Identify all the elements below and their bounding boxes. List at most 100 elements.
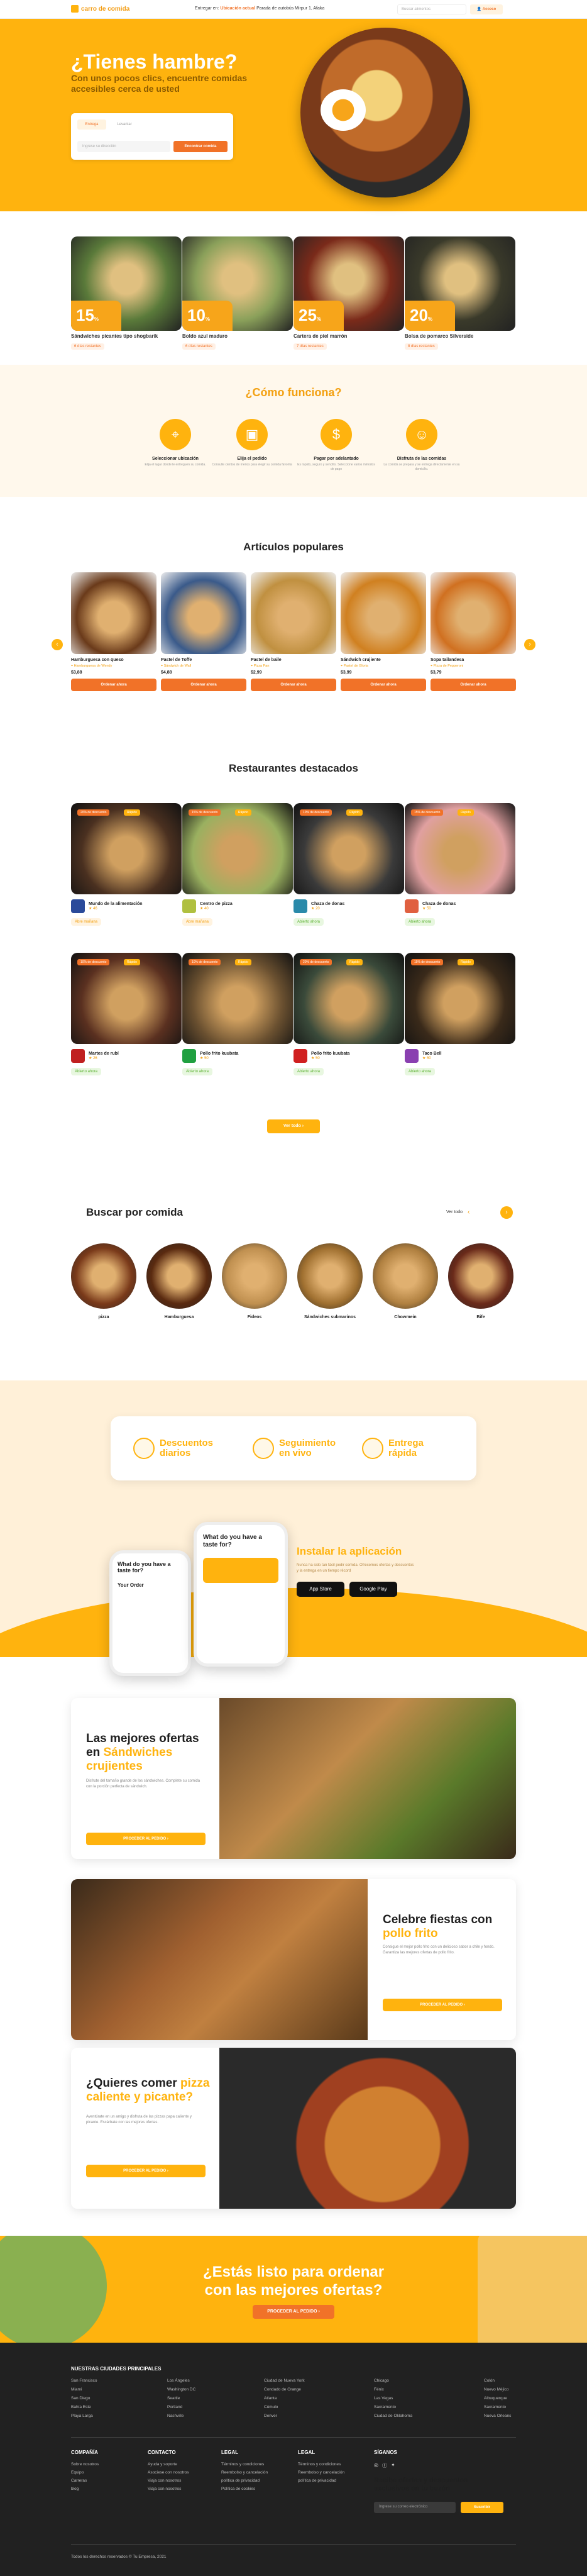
- restaurant-card[interactable]: 10% de descuento Rápido Martes de rubí ★…: [71, 953, 182, 1075]
- city-link[interactable]: Las Vegas: [374, 2396, 393, 2401]
- order-now-button[interactable]: Ordenar ahora: [71, 679, 156, 691]
- restaurant-card[interactable]: 20% de descuento Rápido Pollo frito kuub…: [294, 953, 404, 1075]
- footer-link[interactable]: Carreras: [71, 2479, 87, 2483]
- food-category[interactable]: Sándwiches submarinos: [297, 1243, 363, 1319]
- tab-pickup[interactable]: Levantar: [110, 119, 139, 130]
- city-link[interactable]: Ciudad de Nueva York: [264, 2379, 305, 2383]
- offer-order-button[interactable]: PROCEDER AL PEDIDO ›: [86, 2165, 206, 2177]
- footer-link[interactable]: Reembolso y cancelación: [298, 2470, 344, 2475]
- city-link[interactable]: Sacramento: [484, 2405, 506, 2409]
- deliver-to[interactable]: Entregar en: Ubicación actual Parada de …: [195, 6, 324, 11]
- order-now-button[interactable]: Ordenar ahora: [341, 679, 426, 691]
- popular-item[interactable]: Sopa tailandesa ⌖ Pizza de Pepperoni $3,…: [431, 572, 516, 691]
- footer: [0, 2343, 587, 2576]
- city-link[interactable]: Nueva Orleans: [484, 2414, 511, 2418]
- city-link[interactable]: Fénix: [374, 2387, 384, 2392]
- find-food-button[interactable]: Encontrar comida: [173, 141, 228, 152]
- foods-view-all[interactable]: Ver todo: [446, 1210, 463, 1214]
- item-place: ⌖ Sándwich de Wall: [161, 664, 192, 668]
- food-category[interactable]: pizza: [71, 1243, 136, 1319]
- restaurant-card[interactable]: 10% de descuento Rápido Pollo frito kuub…: [182, 953, 293, 1075]
- offer-order-button[interactable]: PROCEDER AL PEDIDO ›: [383, 1999, 502, 2011]
- nav-search-input[interactable]: Buscar alimentos: [397, 4, 466, 14]
- install-app-desc: Nunca ha sido tan fácil pedir comida. Of…: [297, 1563, 414, 1573]
- footer-link[interactable]: Política de cookies: [221, 2487, 255, 2491]
- offer-sandwich: Las mejores ofertas en Sándwiches crujie…: [71, 1698, 516, 1859]
- popular-item[interactable]: Pastel de baile ⌖ Pizza Pan $2,99 Ordena…: [251, 572, 336, 691]
- footer-link[interactable]: política de privacidad: [298, 2479, 336, 2483]
- city-link[interactable]: Bahía Este: [71, 2405, 91, 2409]
- city-link[interactable]: Miami: [71, 2387, 82, 2392]
- popular-item[interactable]: Pastel de Toffe ⌖ Sándwich de Wall $4,88…: [161, 572, 246, 691]
- order-now-button[interactable]: Ordenar ahora: [431, 679, 516, 691]
- footer-link[interactable]: Ayuda y soporte: [148, 2462, 177, 2467]
- city-link[interactable]: Los Ángeles: [167, 2379, 190, 2383]
- restaurant-image: 15% de descuento Rápido: [405, 803, 515, 894]
- promo-card[interactable]: 10% Apagado: [182, 236, 293, 341]
- restaurant-card[interactable]: 10% de descuento Rápido Chaza de donas ★…: [294, 803, 404, 926]
- footer-link[interactable]: Reembolso y cancelación: [221, 2470, 268, 2475]
- restaurant-card[interactable]: 20% de descuento Rápido Mundo de la alim…: [71, 803, 182, 926]
- footer-link[interactable]: blog: [71, 2487, 79, 2491]
- footer-link[interactable]: Equipo: [71, 2470, 84, 2475]
- footer-link[interactable]: Sobre nosotros: [71, 2462, 99, 2467]
- city-link[interactable]: Denver: [264, 2414, 277, 2418]
- popular-item[interactable]: Sándwich crujiente ⌖ Pastel de Gloria $3…: [341, 572, 426, 691]
- city-link[interactable]: Washington DC: [167, 2387, 195, 2392]
- address-input[interactable]: Ingrese su dirección: [77, 141, 170, 152]
- login-button[interactable]: 👤 Acceso: [470, 4, 503, 14]
- footer-link[interactable]: Términos y condiciones: [221, 2462, 264, 2467]
- city-link[interactable]: Nuevo Méjico: [484, 2387, 508, 2392]
- city-link[interactable]: Condado de Orange: [264, 2387, 301, 2392]
- order-now-button[interactable]: Ordenar ahora: [161, 679, 246, 691]
- footer-link[interactable]: Términos y condiciones: [298, 2462, 341, 2467]
- brand-logo[interactable]: carro de comida: [71, 5, 129, 13]
- city-link[interactable]: Seattle: [167, 2396, 180, 2401]
- food-category[interactable]: Chowmein: [373, 1243, 438, 1319]
- order-now-button[interactable]: Ordenar ahora: [251, 679, 336, 691]
- city-link[interactable]: Playa Larga: [71, 2414, 93, 2418]
- sandwich-image: [219, 1698, 516, 1859]
- footer-link[interactable]: Viaja con nosotros: [148, 2487, 181, 2491]
- footer-link[interactable]: política de privacidad: [221, 2479, 260, 2483]
- food-category[interactable]: Bife: [448, 1243, 513, 1319]
- city-link[interactable]: San Francisco: [71, 2379, 97, 2383]
- view-all-restaurants-button[interactable]: Ver todo ›: [267, 1119, 320, 1133]
- email-input[interactable]: Ingrese su correo electrónico: [374, 2502, 456, 2513]
- restaurant-name: Centro de pizza: [200, 902, 233, 906]
- city-link[interactable]: Chicago: [374, 2379, 389, 2383]
- city-link[interactable]: Cúmulo: [264, 2405, 278, 2409]
- city-link[interactable]: Albuquerque: [484, 2396, 507, 2401]
- offer-order-button[interactable]: PROCEDER AL PEDIDO ›: [86, 1833, 206, 1845]
- next-arrow-icon[interactable]: ›: [524, 639, 535, 650]
- city-link[interactable]: Portland: [167, 2405, 182, 2409]
- food-category[interactable]: Fideos: [222, 1243, 287, 1319]
- popular-item[interactable]: Hamburguesa con queso ⌖ Hamburguesa de W…: [71, 572, 156, 691]
- app-store-button[interactable]: App Store: [297, 1582, 344, 1597]
- city-link[interactable]: San Diego: [71, 2396, 90, 2401]
- food-category[interactable]: Hamburguesa: [146, 1243, 212, 1319]
- city-link[interactable]: Ciudad de Oklahoma: [374, 2414, 412, 2418]
- chevron-left-icon[interactable]: ‹: [468, 1209, 469, 1216]
- cta-order-button[interactable]: PROCEDER AL PEDIDO ›: [253, 2305, 334, 2319]
- restaurant-card[interactable]: 15% de descuento Rápido Centro de pizza …: [182, 803, 293, 926]
- promo-card[interactable]: 25% Apagado: [294, 236, 404, 341]
- footer-link[interactable]: Viaja con nosotros: [148, 2479, 181, 2483]
- promo-card[interactable]: 20% Apagado: [405, 236, 515, 341]
- restaurant-card[interactable]: 15% de descuento Rápido Chaza de donas ★…: [405, 803, 515, 926]
- tab-delivery[interactable]: Entrega: [77, 119, 106, 130]
- city-link[interactable]: Sacramento: [374, 2405, 396, 2409]
- city-link[interactable]: Atlanta: [264, 2396, 277, 2401]
- subscribe-button[interactable]: Suscribir: [461, 2502, 503, 2513]
- facebook-icon[interactable]: ⓕ: [382, 2462, 387, 2469]
- city-link[interactable]: Nashville: [167, 2414, 184, 2418]
- promo-card[interactable]: 15% Apagado: [71, 236, 182, 341]
- city-link[interactable]: Colón: [484, 2379, 495, 2383]
- twitter-icon[interactable]: ✦: [391, 2462, 395, 2469]
- chevron-right-icon[interactable]: ›: [500, 1206, 513, 1219]
- google-play-button[interactable]: Google Play: [349, 1582, 397, 1597]
- restaurant-card[interactable]: 15% de descuento Rápido Taco Bell ★ 50 A…: [405, 953, 515, 1075]
- instagram-icon[interactable]: ◎: [374, 2462, 378, 2469]
- prev-arrow-icon[interactable]: ‹: [52, 639, 63, 650]
- footer-link[interactable]: Asociese con nosotros: [148, 2470, 189, 2475]
